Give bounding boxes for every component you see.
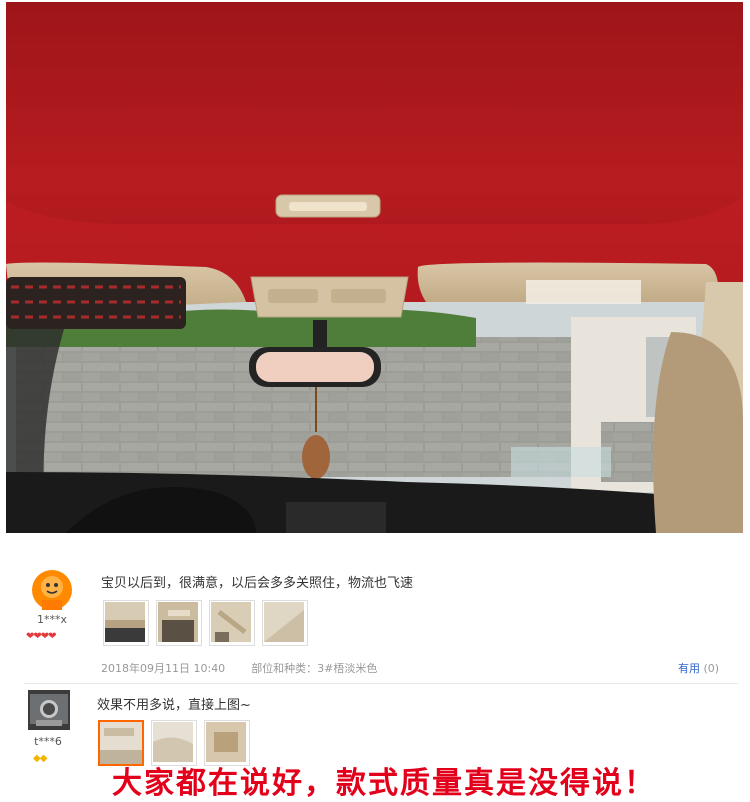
username: t***6 (34, 735, 62, 748)
buyer-level-badges: ❤❤❤❤ (26, 631, 56, 642)
red-heart-icon: ❤❤❤❤ (26, 631, 56, 642)
review-meta: 2018年09月11日 10:40 部位和种类：3#梧淡米色 (101, 660, 377, 676)
review-text: 宝贝以后到，很满意，以后会多多关照住，物流也飞速 (101, 576, 414, 591)
photo-thumbnail[interactable] (156, 600, 202, 646)
review-photo-thumbnails (103, 600, 308, 646)
avatar[interactable] (32, 570, 72, 610)
useful-label: 有用 (678, 662, 700, 675)
sku-info: 部位和种类：3#梧淡米色 (251, 662, 378, 675)
yellow-diamond-icon: ◆◆ (33, 753, 47, 764)
review-divider (24, 683, 738, 684)
promo-overlay-text: 大家都在说好，款式质量真是没得说！ (112, 766, 656, 801)
review-date: 2018年09月11日 10:40 (101, 662, 226, 675)
review-text: 效果不用多说，直接上图~ (97, 698, 251, 713)
photo-thumbnail[interactable] (103, 600, 149, 646)
buyer-level-badges: ◆◆ (33, 753, 47, 764)
photo-thumbnail[interactable] (209, 600, 255, 646)
avatar[interactable] (28, 690, 70, 730)
review-photo-large[interactable] (6, 2, 743, 533)
car-interior-illustration (6, 2, 743, 533)
avatar-icon (28, 690, 70, 730)
avatar-icon (32, 570, 72, 610)
username: 1***x (36, 613, 67, 626)
useful-button[interactable]: 有用 (0) (678, 660, 719, 676)
photo-thumbnail[interactable] (262, 600, 308, 646)
useful-count: (0) (703, 662, 720, 675)
